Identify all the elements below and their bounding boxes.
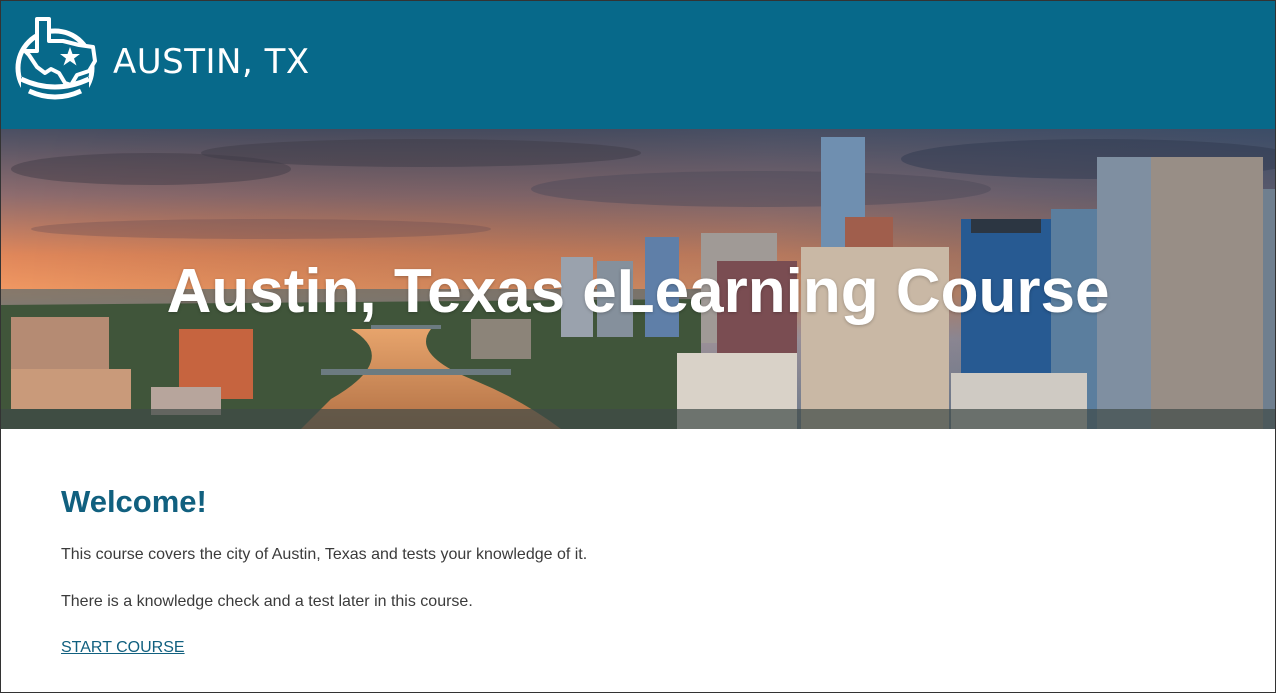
hero-title: Austin, Texas eLearning Course: [166, 257, 1110, 326]
main-content: Welcome! This course covers the city of …: [61, 484, 1211, 656]
start-course-link[interactable]: START COURSE: [61, 639, 185, 657]
hero-banner: Austin, Texas eLearning Course: [1, 129, 1275, 429]
welcome-heading: Welcome!: [61, 484, 207, 519]
intro-paragraph: This course covers the city of Austin, T…: [61, 546, 588, 563]
texas-map-star-icon: [15, 17, 97, 108]
knowledge-check-paragraph: There is a knowledge check and a test la…: [61, 593, 473, 610]
course-page: AUSTIN, TX Austin, Texas eLearning Cours…: [0, 0, 1276, 693]
site-header: AUSTIN, TX: [1, 1, 1275, 129]
brand-title: AUSTIN, TX: [113, 42, 310, 82]
